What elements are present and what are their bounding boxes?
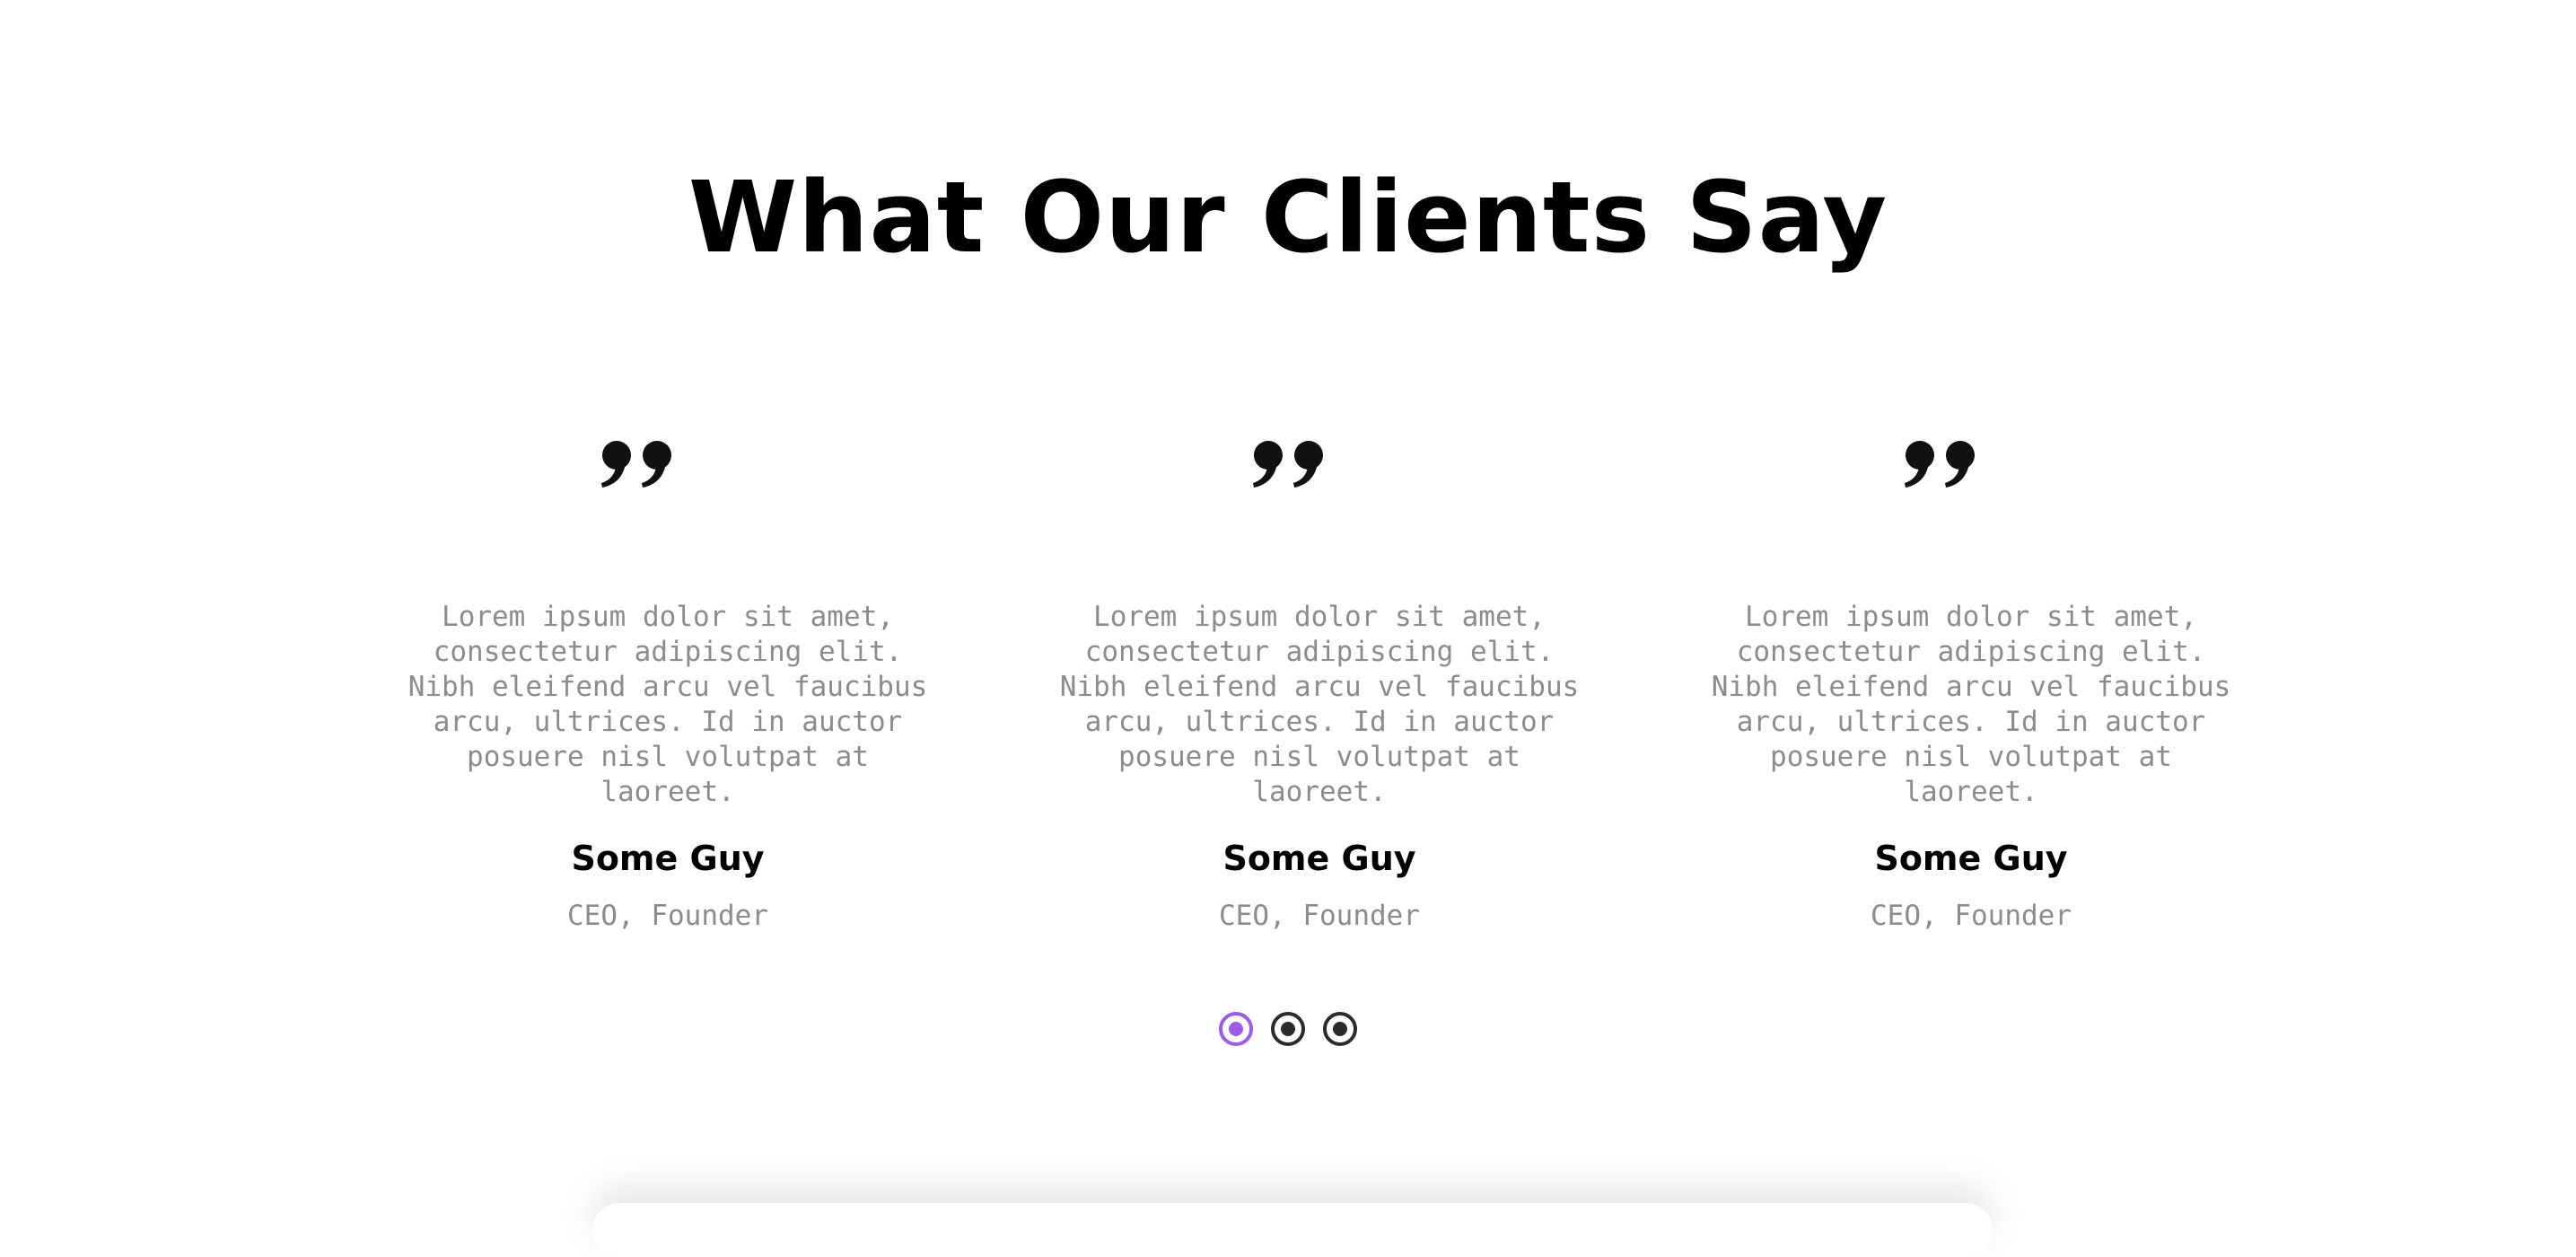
testimonial-list: Lorem ipsum dolor sit amet, consectetur …	[401, 431, 2238, 934]
carousel-dot-1[interactable]	[1219, 1012, 1253, 1046]
carousel-pagination	[0, 1012, 2576, 1048]
quote-icon	[1053, 431, 1586, 488]
client-name: Some Guy	[1222, 839, 1416, 878]
testimonial-card: Lorem ipsum dolor sit amet, consectetur …	[1053, 431, 1586, 934]
client-name: Some Guy	[1874, 839, 2068, 878]
quote-icon	[401, 431, 934, 488]
testimonial-text: Lorem ipsum dolor sit amet, consectetur …	[407, 601, 928, 808]
client-role: CEO, Founder	[1871, 900, 2072, 932]
testimonial-card: Lorem ipsum dolor sit amet, consectetur …	[401, 431, 934, 934]
carousel-dot-3[interactable]	[1323, 1012, 1357, 1046]
section-title: What Our Clients Say	[688, 160, 1888, 275]
client-name: Some Guy	[571, 839, 765, 878]
testimonial-text: Lorem ipsum dolor sit amet, consectetur …	[1059, 601, 1580, 808]
client-role: CEO, Founder	[567, 900, 768, 932]
next-section-card-edge	[592, 1203, 1993, 1257]
testimonial-card: Lorem ipsum dolor sit amet, consectetur …	[1704, 431, 2238, 934]
carousel-dot-2[interactable]	[1271, 1012, 1305, 1046]
client-role: CEO, Founder	[1219, 900, 1420, 932]
quote-icon	[1704, 431, 2238, 488]
testimonial-text: Lorem ipsum dolor sit amet, consectetur …	[1711, 601, 2231, 808]
